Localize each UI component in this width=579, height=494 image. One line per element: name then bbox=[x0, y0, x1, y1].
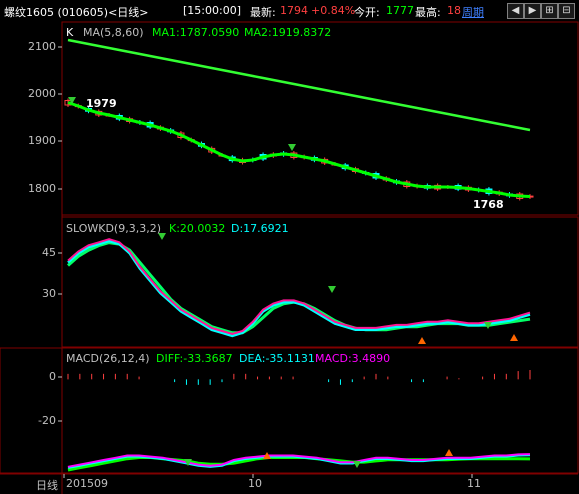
period-label: 日线 bbox=[36, 479, 58, 492]
y-tick-marks bbox=[58, 46, 62, 422]
macd-diff-readout: DIFF:-33.3687 bbox=[156, 352, 233, 365]
macd-value-readout: MACD:3.4890 bbox=[315, 352, 391, 365]
candlestick-series bbox=[64, 98, 534, 201]
chart-canvas bbox=[0, 21, 579, 494]
indicator-lines bbox=[67, 38, 531, 472]
signal-arrow-down bbox=[353, 461, 361, 468]
date-label-201509: 201509 bbox=[66, 477, 108, 490]
ma1-readout: MA1:1787.0590 bbox=[152, 26, 240, 39]
macd-panel-frame bbox=[0, 347, 579, 474]
macd-dea-readout: DEA:-35.1131 bbox=[239, 352, 315, 365]
date-label-10: 10 bbox=[248, 477, 262, 490]
kd-y-tick-30: 30 bbox=[42, 287, 56, 300]
kd-d-readout: D:17.6921 bbox=[231, 222, 289, 235]
macd-y-tick-0: 0 bbox=[49, 370, 56, 383]
y-tick-2000: 2000 bbox=[28, 87, 56, 100]
kd-panel-frame bbox=[61, 216, 579, 348]
kd-label: SLOWKD(9,3,3,2) bbox=[66, 222, 162, 235]
annotation-high: 1979 bbox=[86, 97, 117, 110]
signal-arrow-down bbox=[288, 144, 296, 151]
macd-y-tick-neg20: -20 bbox=[38, 414, 56, 427]
signal-arrow-down bbox=[328, 286, 336, 293]
signal-arrow-up bbox=[445, 449, 453, 456]
y-tick-1900: 1900 bbox=[28, 134, 56, 147]
y-tick-1800: 1800 bbox=[28, 182, 56, 195]
kd-k-overlay-line bbox=[67, 238, 531, 336]
macd-histogram bbox=[67, 369, 531, 385]
kd-d-line bbox=[67, 241, 531, 335]
annotation-low: 1768 bbox=[473, 198, 504, 211]
ma2-line bbox=[67, 38, 531, 132]
date-label-11: 11 bbox=[467, 477, 481, 490]
kd-y-tick-45: 45 bbox=[42, 246, 56, 259]
signal-arrow-up bbox=[418, 337, 426, 344]
signal-arrow-up bbox=[510, 334, 518, 341]
k-label: K bbox=[66, 26, 74, 39]
main-panel-frame bbox=[61, 21, 579, 216]
macd-label: MACD(26,12,4) bbox=[66, 352, 150, 365]
ma2-readout: MA2:1919.8372 bbox=[244, 26, 332, 39]
y-tick-2100: 2100 bbox=[28, 40, 56, 53]
kd-k-readout: K:20.0032 bbox=[169, 222, 226, 235]
ma-label: MA(5,8,60) bbox=[83, 26, 144, 39]
